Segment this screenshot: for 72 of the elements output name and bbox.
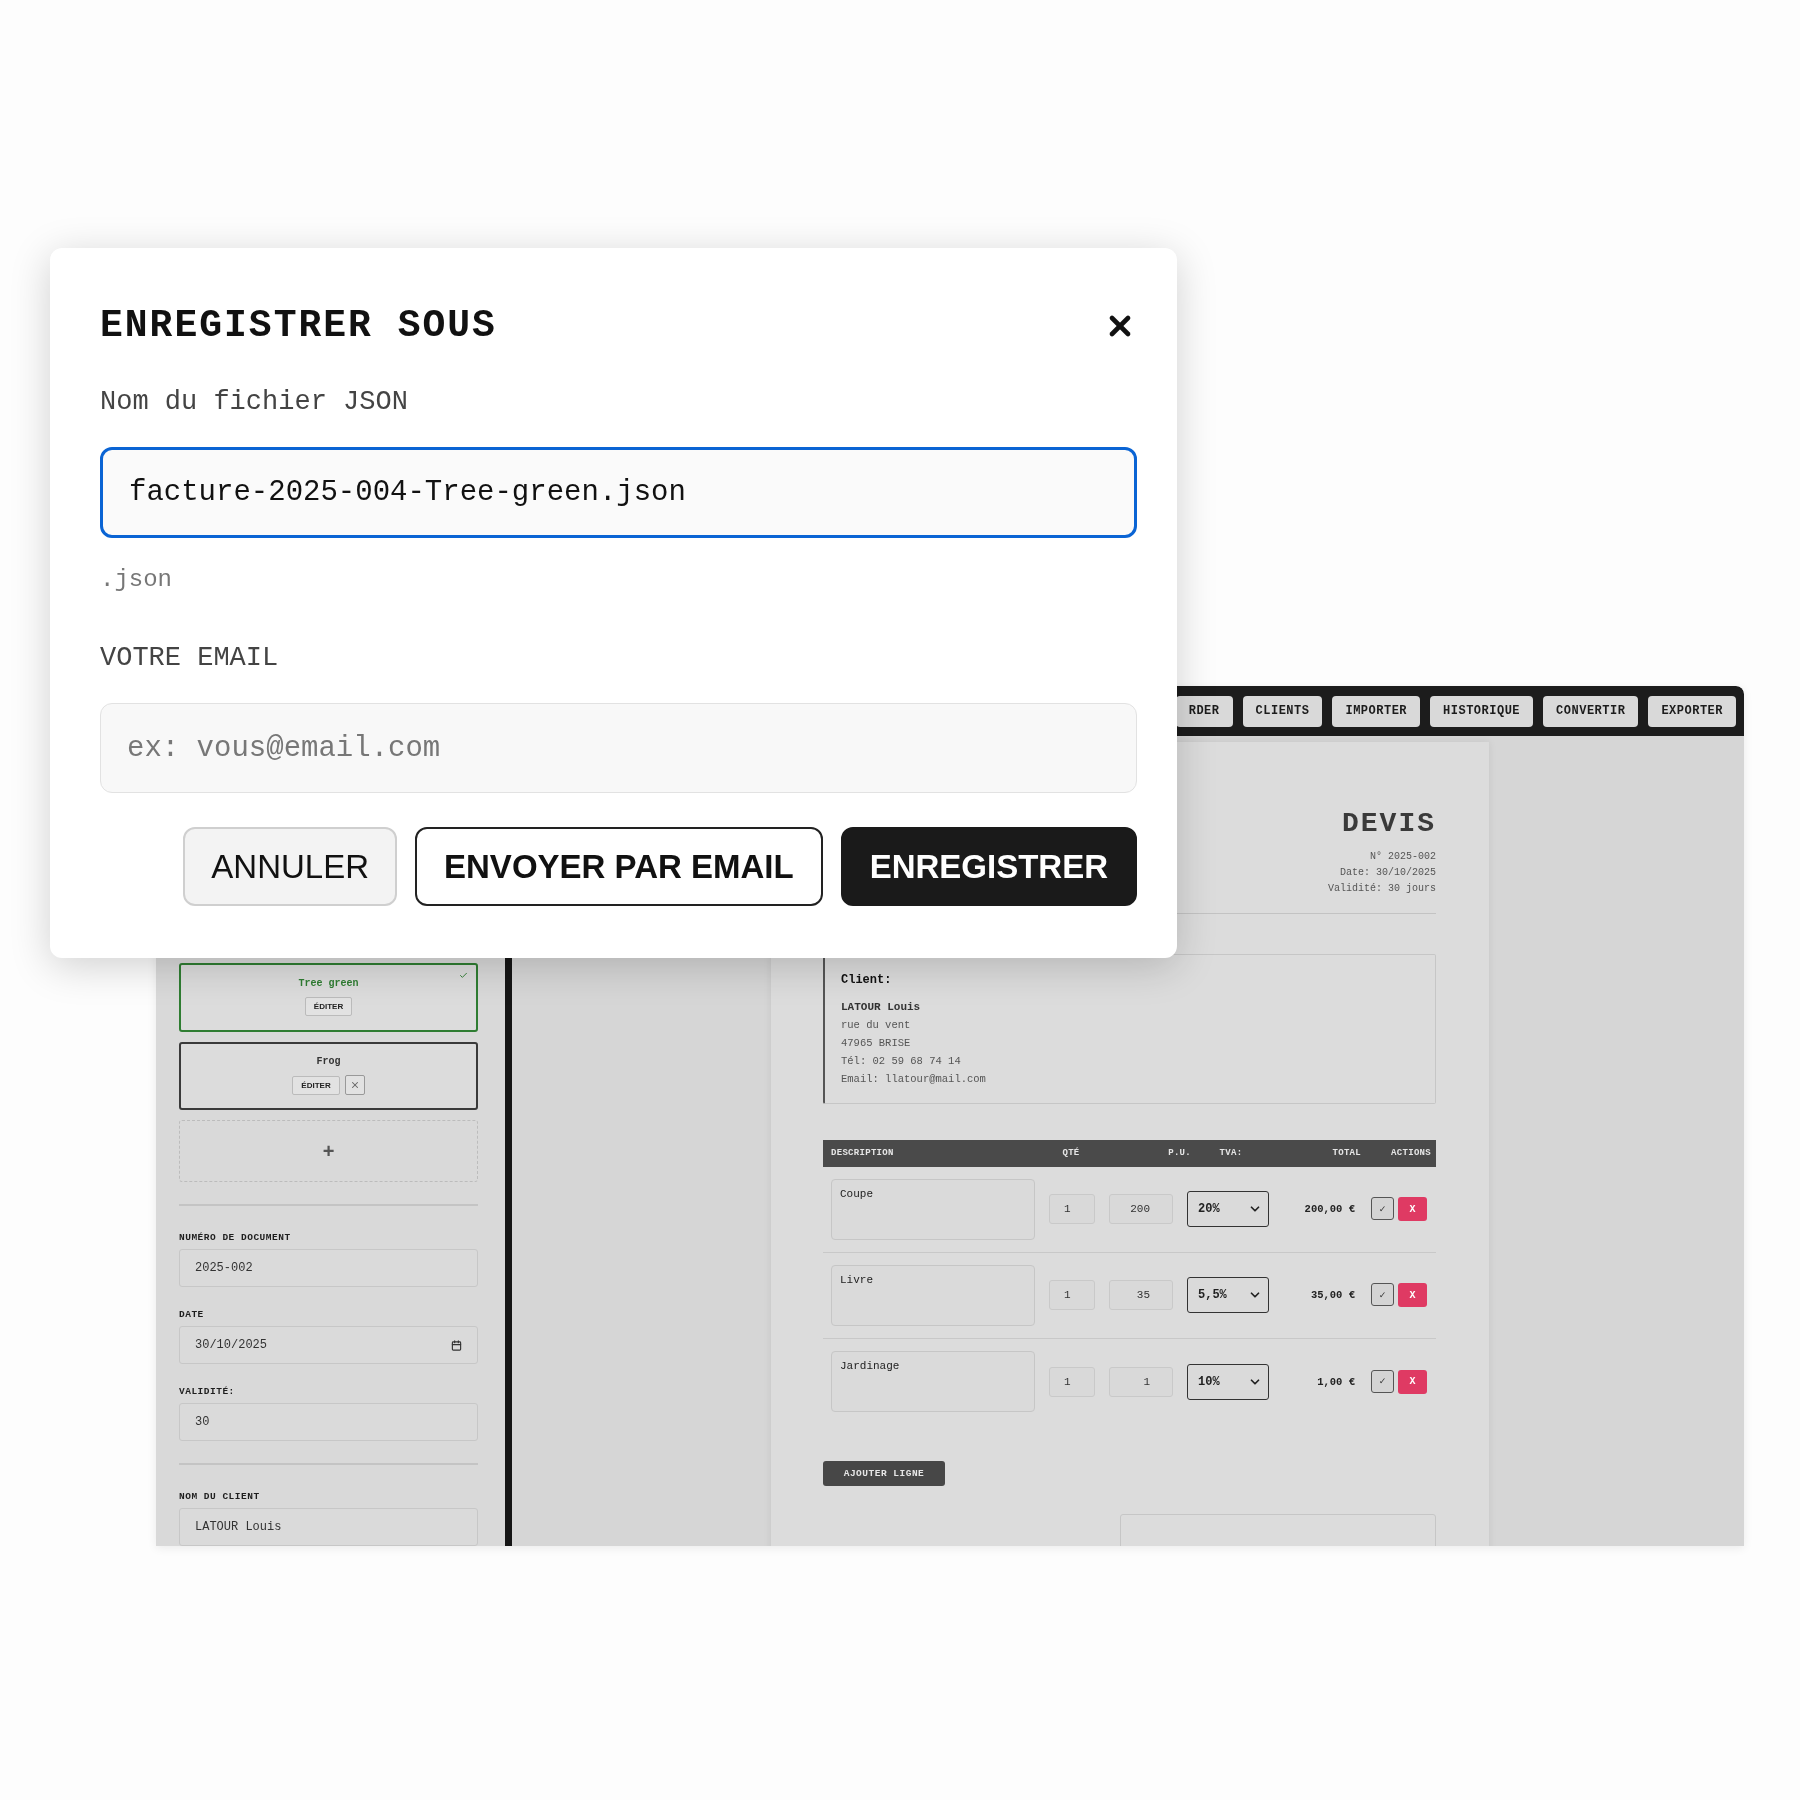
- column-header: P.U.: [1167, 1148, 1191, 1159]
- delete-button[interactable]: X: [1398, 1369, 1427, 1394]
- delete-button[interactable]: X: [1398, 1197, 1427, 1222]
- nav-button[interactable]: RDER: [1175, 695, 1233, 727]
- delete-button[interactable]: [344, 1075, 365, 1096]
- add-template-button[interactable]: +: [179, 1120, 478, 1182]
- client-detail: Email: llatour@mail.com: [841, 1073, 987, 1085]
- input-field[interactable]: LATOUR Louis: [179, 1508, 478, 1546]
- calendar-icon: [451, 1339, 462, 1351]
- check-icon: [459, 971, 468, 980]
- confirm-button[interactable]: ✓: [1371, 1283, 1394, 1307]
- field-label: NUMÉRO DE DOCUMENT: [179, 1232, 292, 1243]
- template-card[interactable]: Frog ÉDITER: [179, 1041, 478, 1111]
- column-header: DESCRIPTION: [831, 1148, 895, 1159]
- template-card[interactable]: Tree green ÉDITER: [179, 963, 478, 1032]
- client-detail: rue du vent: [841, 1019, 912, 1031]
- close-icon: [349, 1080, 360, 1091]
- description-field[interactable]: Livre: [831, 1264, 1035, 1326]
- document-meta: Date: 30/10/2025: [1340, 866, 1436, 880]
- confirm-button[interactable]: ✓: [1371, 1197, 1394, 1221]
- edit-button[interactable]: ÉDITER: [292, 1075, 340, 1095]
- vat-select[interactable]: 20%: [1187, 1191, 1269, 1228]
- price-field[interactable]: 200: [1109, 1194, 1173, 1225]
- save-button[interactable]: ENREGISTRER: [840, 827, 1137, 906]
- input-field[interactable]: 2025-002: [179, 1249, 478, 1287]
- price-field[interactable]: 1: [1109, 1366, 1173, 1397]
- price-field[interactable]: 35: [1109, 1280, 1173, 1311]
- document-meta: N° 2025-002: [1370, 850, 1436, 864]
- client-detail: Tél: 02 59 68 74 14: [841, 1055, 962, 1067]
- description-field[interactable]: Coupe: [831, 1178, 1035, 1240]
- field-label: DATE: [179, 1309, 205, 1320]
- email-button[interactable]: ENVOYER PAR EMAIL: [415, 827, 823, 906]
- edit-button[interactable]: ÉDITER: [304, 997, 353, 1017]
- delete-button[interactable]: X: [1398, 1283, 1427, 1308]
- filename-field[interactable]: facture-2025-004-Tree-green.json: [100, 447, 1137, 538]
- vat-select[interactable]: 10%: [1187, 1363, 1269, 1400]
- quantity-field[interactable]: 1: [1049, 1194, 1095, 1225]
- nav-button[interactable]: EXPORTER: [1648, 695, 1736, 727]
- nav-button[interactable]: IMPORTER: [1332, 695, 1421, 727]
- vat-select[interactable]: 5,5%: [1187, 1277, 1269, 1314]
- client-heading: Client:: [841, 973, 893, 987]
- input-field[interactable]: 30: [179, 1403, 478, 1441]
- email-field[interactable]: ex: vous@email.com: [100, 703, 1137, 793]
- extension-hint: .json: [100, 566, 173, 593]
- field-label: NOM DU CLIENT: [179, 1491, 261, 1502]
- line-total: 200,00 €: [1303, 1203, 1355, 1216]
- column-header: QTÉ: [1061, 1148, 1081, 1159]
- line-total: 1,00 €: [1316, 1375, 1355, 1388]
- document-title: DEVIS: [1342, 808, 1436, 839]
- nav-button[interactable]: HISTORIQUE: [1430, 695, 1534, 727]
- template-name: Frog: [316, 1056, 341, 1068]
- field-label: VOTRE EMAIL: [100, 643, 280, 673]
- field-label: VALIDITÉ:: [179, 1386, 236, 1397]
- client-name: LATOUR Louis: [841, 1001, 922, 1013]
- quantity-field[interactable]: 1: [1049, 1280, 1095, 1311]
- nav-button[interactable]: CONVERTIR: [1543, 695, 1639, 727]
- confirm-button[interactable]: ✓: [1371, 1369, 1394, 1393]
- description-field[interactable]: Jardinage: [831, 1351, 1035, 1413]
- dialog-title: ENREGISTRER SOUS: [100, 304, 497, 347]
- cancel-button[interactable]: ANNULER: [183, 827, 398, 906]
- field-label: Nom du fichier JSON: [100, 387, 409, 417]
- column-header: TVA:: [1218, 1148, 1244, 1159]
- line-total: 35,00 €: [1309, 1289, 1355, 1302]
- document-meta: Validité: 30 jours: [1327, 882, 1436, 896]
- nav-button[interactable]: CLIENTS: [1242, 695, 1323, 727]
- column-header: TOTAL: [1331, 1148, 1361, 1159]
- add-line-button[interactable]: AJOUTER LIGNE: [823, 1460, 945, 1487]
- column-header: ACTIONS: [1390, 1148, 1431, 1159]
- template-name: Tree green: [298, 978, 359, 990]
- client-detail: 47965 BRISE: [841, 1037, 912, 1049]
- date-field[interactable]: 30/10/2025: [179, 1326, 478, 1364]
- quantity-field[interactable]: 1: [1049, 1366, 1095, 1397]
